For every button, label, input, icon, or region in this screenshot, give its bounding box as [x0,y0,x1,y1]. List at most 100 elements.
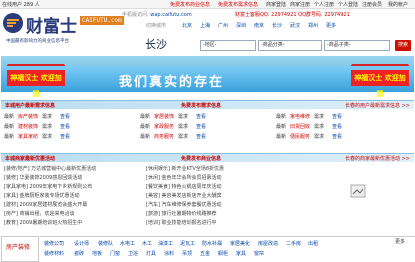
subcategory-link[interactable]: 五金 [200,250,210,257]
category-link[interactable]: 家政服务 [154,123,174,130]
subcategory-link[interactable]: 家居美化 [230,240,250,247]
subcategory-link[interactable]: 装修公司 [44,240,64,247]
news-item[interactable]: [家具] 金牌厨柜家装专场优惠活动 [4,192,80,199]
city-switch-bar: 切换城市 北京 上海 广州 深圳 南京 长沙 武汉 郑州 更多 [120,19,415,31]
subcategory-link[interactable]: 防水补漏 [202,240,222,247]
post-demand-link[interactable]: 免费发布需求信息 [181,102,221,109]
category-link[interactable]: 家具家纺 [18,133,38,140]
more-categories-link[interactable]: 更多 [395,238,405,245]
subcategory-link[interactable]: 房屋改造 [258,240,278,247]
city-link[interactable]: 南京 [254,22,264,29]
view-link[interactable]: 查看 [196,123,206,130]
category-link[interactable]: 商务服务 [154,133,174,140]
subcategory-link[interactable]: 出租 [308,240,318,247]
post-business-link[interactable]: 免费发布商业信息 [170,1,210,8]
city-link[interactable]: 长沙 [272,22,282,29]
news-item[interactable]: [建材] 2009家居建材展览会盛大开幕 [4,201,87,208]
main-ad-banner[interactable]: 神福汉士 欢迎加盟 我们真实的存在 神福汉士 欢迎加盟 [1,66,414,98]
subcategory-link[interactable]: 涂料 [164,250,174,257]
view-link[interactable]: 查看 [332,133,342,140]
region-select[interactable]: -地区- [200,40,256,51]
news-item[interactable]: [房产] 商铺出租，欢迎来电洽谈 [4,210,75,217]
city-link[interactable]: 北京 [182,22,192,29]
subcategory-link[interactable]: 二手房 [286,240,301,247]
post-business-link[interactable]: 免费发布商业信息 [181,155,221,162]
news-item[interactable]: [餐饮美食] 特色火锅店周年庆活动 [146,183,222,190]
news-item[interactable]: [休闲娱乐] 新开业KTV全场8折优惠 [146,165,224,172]
subcategory-link[interactable]: 装修队 [98,240,113,247]
city-link[interactable]: 上海 [200,22,210,29]
subcategory-link[interactable]: 家具 [236,250,246,257]
post-demand-link[interactable]: 免费发布需求信息 [218,1,258,8]
subcategory-link[interactable]: 泥瓦工 [180,240,195,247]
category-link[interactable]: 家居装饰 [154,113,174,120]
subcategory-link[interactable]: 灯具 [146,250,156,257]
search-button[interactable]: 搜索 [395,40,411,51]
news-item[interactable]: [家具家电] 2009年家电下乡新规则公布 [4,183,92,190]
category-link[interactable]: 房产装饰 [18,113,38,120]
city-link[interactable]: 郑州 [308,22,318,29]
category-link[interactable]: 建材装饰 [18,123,38,130]
personal-login-link[interactable]: 个人登陆 [338,1,358,8]
top-bar: 在线用户 289 人 免费发布商业信息 免费发布需求信息 商家登陆 商家注册 个… [0,0,415,9]
list-item: 最新 房产装饰 需求 查看 最新 家居装饰 需求 查看 最新 家电维修 需求 查… [4,113,343,120]
merchant-register-link[interactable]: 商家注册 [290,1,310,8]
subcategory-link[interactable]: 设计师 [74,240,89,247]
news-item[interactable]: [教育] 2009暑期培训班火热招生中 [4,219,82,226]
subcategory-select[interactable]: -商品子类- [324,40,390,51]
my-account-link[interactable]: 我的帐户 [388,1,408,8]
subcategory-link[interactable]: 瓷砖 [74,250,84,257]
view-link[interactable]: 查看 [60,113,70,120]
subcategory-link[interactable]: 木工 [142,240,152,247]
news-item[interactable]: [装修] 华夏装饰2009感恩回馈活动 [4,174,82,181]
ad2-right-badge: 神福汉士 欢迎加盟 [351,70,409,98]
news-item[interactable]: [培训] 职业技能培训报名进行中 [146,219,217,226]
view-link[interactable]: 查看 [60,123,70,130]
list-item: 最新 建材装饰 需求 查看 最新 家政服务 需求 查看 最新 旧货回收 需求 查… [4,123,343,130]
online-count: 在线用户 289 人 [2,2,40,8]
hotline-info: 财富士客服QQ: 22974921 QQ群号码: 22974921 [235,12,350,18]
subcategory-link[interactable]: 地板 [92,250,102,257]
city-link-more[interactable]: 更多 [326,22,336,29]
site-logo[interactable]: 财富士 CAIFUTU.com 中国最有影响力的商业信息平台 [2,10,124,50]
category-select[interactable]: -商品分类- [258,40,322,51]
subcategory-link[interactable]: 油漆工 [158,240,173,247]
mobile-url-link[interactable]: wap.caifutu.com [150,12,191,18]
logo-slogan: 中国最有影响力的商业信息平台 [6,39,69,44]
list-item: 最新 家具家纺 需求 查看 最新 商务服务 需求 查看 最新 便民服务 需求 查… [4,133,343,140]
news-item[interactable]: [汽车] 汽车维修保养套餐优惠活动 [146,201,222,208]
category-link[interactable]: 旧货回收 [290,123,310,130]
subcategory-link[interactable]: 橱柜 [218,250,228,257]
section-demand-header: 本城用户最新需求信息 免费发布需求信息 长春的用户最新需求信息 >> [1,100,414,109]
logo-mark-icon [3,13,23,33]
subcategory-link[interactable]: 门窗 [110,250,120,257]
tab-real-estate[interactable]: 房产装修 [1,236,39,262]
view-link[interactable]: 查看 [196,113,206,120]
category-link[interactable]: 便民服务 [290,133,310,140]
news-item[interactable]: [美容] 美容美发店新店开业大酬宾 [146,192,222,199]
ad2-left-badge: 神福汉士 欢迎加盟 [7,70,65,98]
subcategory-link[interactable]: 吊顶 [182,250,192,257]
view-link[interactable]: 查看 [196,133,206,140]
news-item[interactable]: [旅游] 旅行社暑期特价线路推荐 [146,210,217,217]
more-promotion-link[interactable]: 长春的商家最新优惠活动 >> [345,155,410,162]
section-promotion-header: 本城商家最新优惠活动 免费发布商业信息 长春的商家最新优惠活动 >> [1,153,414,162]
more-demand-link[interactable]: 长春的用户最新需求信息 >> [345,102,410,109]
merchant-login-link[interactable]: 商家登陆 [266,1,286,8]
subcategory-link[interactable]: 水电工 [120,240,135,247]
view-link[interactable]: 查看 [332,123,342,130]
mobile-access: 手机版访问: wap.caifutu.com [122,11,192,18]
view-link[interactable]: 查看 [332,113,342,120]
subcategory-link[interactable]: 卫浴 [128,250,138,257]
city-link[interactable]: 深圳 [236,22,246,29]
category-link[interactable]: 家电维修 [290,113,310,120]
city-link[interactable]: 广州 [218,22,228,29]
city-link[interactable]: 武汉 [290,22,300,29]
subcategory-link[interactable]: 窗帘 [254,250,264,257]
member-register-link[interactable]: 注册会员 [362,1,382,8]
subcategory-link[interactable]: 装修材料 [44,250,64,257]
personal-register-link[interactable]: 个人注册 [314,1,334,8]
news-item[interactable]: [休闲] 金色年华会所会员招募活动 [146,174,222,181]
view-link[interactable]: 查看 [60,133,70,140]
news-item[interactable]: [装修/地产] 万达城营销中心最新优惠活动 [4,165,96,172]
